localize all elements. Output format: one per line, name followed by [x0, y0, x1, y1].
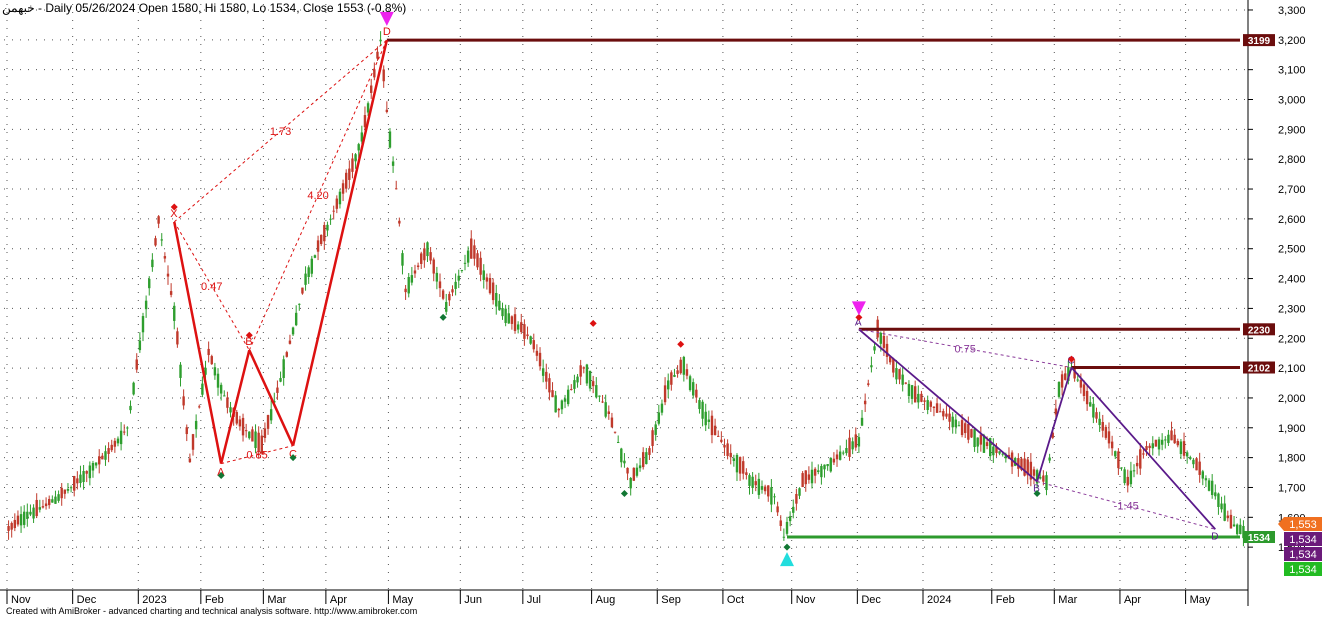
x-month-label: 2023 [142, 594, 166, 606]
price-tag-label: 1,534 [1289, 564, 1317, 576]
x-month-label: Oct [727, 594, 744, 606]
candle [1235, 523, 1239, 536]
x-month-label: May [1190, 594, 1211, 606]
x-month-label: Feb [996, 594, 1015, 606]
price-chart[interactable]: 1,5001,6001,7001,8001,9002,0002,1002,200… [0, 0, 1336, 619]
chart-header: خبهمن - Daily 05/26/2024 Open 1580, Hi 1… [2, 1, 406, 15]
x-month-label: Jul [527, 594, 541, 606]
x-month-label: Apr [1124, 594, 1141, 606]
pattern1-ratio-label: 0.85 [246, 450, 267, 462]
price-tag: 1,534 [1284, 547, 1322, 561]
candle [588, 370, 592, 392]
y-tick-label: 2,900 [1278, 124, 1306, 136]
x-month-label: Apr [330, 594, 347, 606]
price-tag-label: 1,534 [1289, 534, 1317, 546]
level-label: 1534 [1248, 533, 1271, 544]
pattern1-ratio-label: 4.20 [307, 190, 328, 202]
price-tag: 1,534 [1284, 562, 1322, 576]
candle [585, 363, 589, 386]
price-tag-label: 1,553 [1289, 519, 1317, 531]
x-month-label: Dec [861, 594, 881, 606]
y-tick-label: 2,500 [1278, 244, 1306, 256]
footer-credit: Created with AmiBroker - advanced charti… [6, 606, 418, 616]
level-label: 2230 [1248, 325, 1271, 336]
pattern2-point-label: D [1211, 531, 1218, 542]
x-month-label: Nov [796, 594, 816, 606]
pattern1-ratio-label: 1.73 [270, 126, 291, 138]
level-label: 3199 [1248, 36, 1271, 47]
candle [1057, 381, 1061, 399]
candle [632, 467, 636, 481]
candle [829, 457, 832, 473]
symbol-name: خبهمن [2, 1, 35, 15]
x-month-label: Mar [267, 594, 286, 606]
candle [801, 471, 804, 488]
y-tick-label: 2,400 [1278, 274, 1306, 286]
pattern1-point-label: D [383, 26, 391, 38]
y-tick-label: 3,100 [1278, 65, 1306, 77]
candle [1154, 439, 1158, 447]
candle [132, 381, 135, 396]
y-tick-label: 3,200 [1278, 35, 1306, 47]
candle [1123, 466, 1126, 486]
price-tag: 1,534 [1284, 532, 1322, 546]
level-label: 2102 [1248, 363, 1271, 374]
x-month-label: Mar [1058, 594, 1077, 606]
x-month-label: Feb [205, 594, 224, 606]
chart-description: - Daily 05/26/2024 Open 1580, Hi 1580, L… [38, 1, 407, 15]
y-tick-label: 2,800 [1278, 154, 1306, 166]
candle [210, 354, 213, 365]
candle [529, 335, 532, 345]
chart-window: 1,5001,6001,7001,8001,9002,0002,1002,200… [0, 0, 1336, 619]
y-tick-label: 2,700 [1278, 184, 1306, 196]
candle [970, 428, 973, 438]
y-tick-label: 3,300 [1278, 5, 1306, 17]
x-month-label: Nov [11, 594, 31, 606]
y-tick-label: 2,200 [1278, 333, 1306, 345]
y-tick-label: 2,100 [1278, 363, 1306, 375]
pattern1-ratio-label: 0.47 [201, 281, 222, 293]
pattern2-ratio-label: -1.45 [1114, 500, 1139, 512]
x-month-label: Jun [464, 594, 482, 606]
y-tick-label: 2,300 [1278, 303, 1306, 315]
y-tick-label: 1,900 [1278, 423, 1306, 435]
price-tag: 1,553 [1278, 517, 1322, 531]
candle [1195, 457, 1198, 471]
y-tick-label: 2,600 [1278, 214, 1306, 226]
y-tick-label: 1,800 [1278, 453, 1306, 465]
x-month-label: Aug [596, 594, 616, 606]
candle [235, 409, 238, 426]
x-month-label: Dec [77, 594, 97, 606]
pattern2-ratio-label: 0.75 [954, 343, 975, 355]
x-month-label: May [392, 594, 413, 606]
candle [1104, 424, 1108, 440]
candle [688, 374, 692, 392]
y-tick-label: 1,700 [1278, 482, 1306, 494]
y-tick-label: 2,000 [1278, 393, 1306, 405]
candle [441, 288, 445, 301]
y-tick-label: 3,000 [1278, 95, 1306, 107]
x-month-label: Sep [661, 594, 681, 606]
price-tag-label: 1,534 [1289, 549, 1317, 561]
x-month-label: 2024 [927, 594, 951, 606]
